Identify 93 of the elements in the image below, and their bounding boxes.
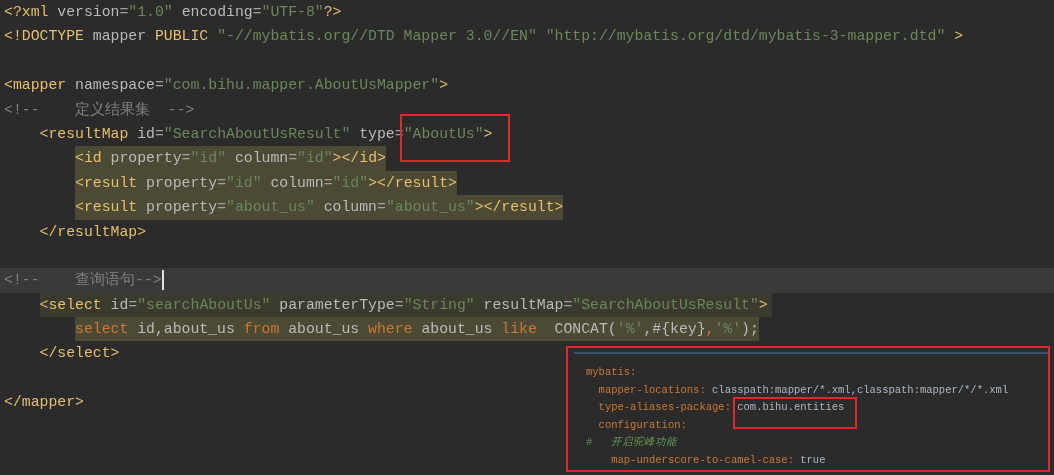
code-token: com.bihu.entities [737, 399, 845, 417]
code-token: > [483, 124, 493, 144]
code-token: namespace [75, 76, 155, 96]
code-token: mapper [92, 27, 148, 47]
code-token: '%' [616, 320, 644, 340]
code-token: <?xml [4, 3, 50, 22]
code-token: , [705, 320, 715, 340]
code-token: type [359, 124, 395, 144]
code-token: = [563, 295, 573, 315]
code-token: "SearchAboutUsResult" [163, 124, 352, 144]
code-token: = [252, 3, 262, 22]
code-token: <mapper [4, 76, 68, 96]
code-token: "com.bihu.mapper.AboutUsMapper" [163, 76, 440, 96]
code-token: = [128, 295, 138, 315]
code-token: <!-- 定义结果集 --> [4, 100, 195, 120]
code-token: column [234, 149, 289, 169]
code-token: about_us [288, 320, 361, 340]
code-token: classpath:mapper/*.xml,classpath:mapper/*/*.xml [712, 382, 1009, 398]
code-token: true [800, 452, 826, 468]
code-token: "AboutUs" [403, 121, 484, 147]
code-token: = [154, 76, 164, 96]
code-token: </select> [39, 344, 120, 364]
code-token: id,about_us [137, 320, 236, 340]
code-token: where [368, 320, 414, 340]
code-token: : [787, 452, 795, 468]
code-token: ></id> [332, 149, 386, 169]
code-token: <resultMap [39, 124, 130, 144]
code-token: select [75, 320, 130, 340]
code-token: id [110, 295, 129, 315]
code-token: like [501, 320, 538, 340]
code-token: '%' [714, 320, 742, 340]
code-token: resultMap [483, 295, 564, 315]
code-token: configuration [598, 417, 681, 433]
code-token: "String" [403, 295, 476, 315]
code-token: : [699, 382, 707, 398]
code-token: about_us [421, 320, 494, 340]
code-token: <select [39, 295, 103, 315]
code-token: ); [741, 320, 759, 340]
code-token: mapper-locations [598, 382, 700, 398]
code-token: id [137, 124, 155, 144]
code-token: = [181, 149, 191, 169]
code-token: map-underscore-to-camel-case [611, 452, 788, 468]
code-token: "-//mybatis.org//DTD Mapper 3.0//EN" "http://mybatis.org/dtd/mybatis-3-mapper.dtd" [217, 27, 947, 47]
code-token: encoding [181, 3, 253, 22]
code-token: ?> [323, 3, 342, 22]
code-token: # [586, 435, 593, 450]
code-token: type-aliases-package [598, 400, 725, 415]
code-token: "searchAboutUs" [137, 295, 272, 315]
code-token: <!DOCTYPE [4, 27, 85, 47]
code-token: "UTF-8" [261, 3, 324, 22]
code-token: ></result> [368, 173, 457, 193]
code-token: = [217, 198, 226, 218]
code-token: = [119, 3, 129, 22]
code-token: > [758, 295, 768, 315]
code-token: = [394, 295, 404, 315]
code-token: = [154, 124, 164, 144]
code-token: version [57, 3, 120, 22]
code-token: "about_us" [226, 198, 316, 218]
code-token: > [439, 76, 449, 96]
code-token: mybatis [586, 365, 631, 380]
code-token: <id [75, 149, 103, 169]
code-token: CONCAT( [554, 320, 617, 340]
code-token: <!-- 查询语句--> [4, 270, 162, 291]
code-token: = [323, 173, 333, 193]
code-token: property [146, 173, 218, 193]
code-token: "id" [332, 173, 369, 193]
code-token: </mapper> [4, 393, 84, 413]
code-token: column [323, 198, 377, 218]
code-token: = [217, 173, 226, 193]
code-token: "id" [297, 149, 333, 169]
code-token: : [680, 417, 687, 433]
code-token: "id" [190, 149, 228, 169]
code-token: </resultMap> [39, 222, 147, 242]
code-token: ></result> [474, 198, 564, 218]
code-token: = [377, 198, 386, 218]
code-token: : [630, 365, 637, 380]
code-token: = [288, 149, 298, 169]
code-token: parameterType [279, 295, 395, 315]
code-token: column [270, 173, 324, 193]
code-token: from [243, 320, 281, 340]
code-token: > [954, 27, 964, 47]
code-token: "id" [226, 173, 263, 193]
code-token: property [110, 149, 182, 169]
code-token: "SearchAboutUsResult" [572, 295, 759, 315]
code-token: <result [75, 173, 139, 193]
code-token: : [724, 400, 732, 415]
code-token: property [146, 198, 218, 218]
code-token: "about_us" [385, 198, 475, 218]
code-token: <result [75, 198, 139, 218]
code-token: "1.0" [128, 3, 174, 22]
code-token: ,#{key} [643, 320, 706, 340]
code-token: PUBLIC [154, 27, 210, 47]
code-token: 开启驼峰功能 [610, 435, 678, 450]
